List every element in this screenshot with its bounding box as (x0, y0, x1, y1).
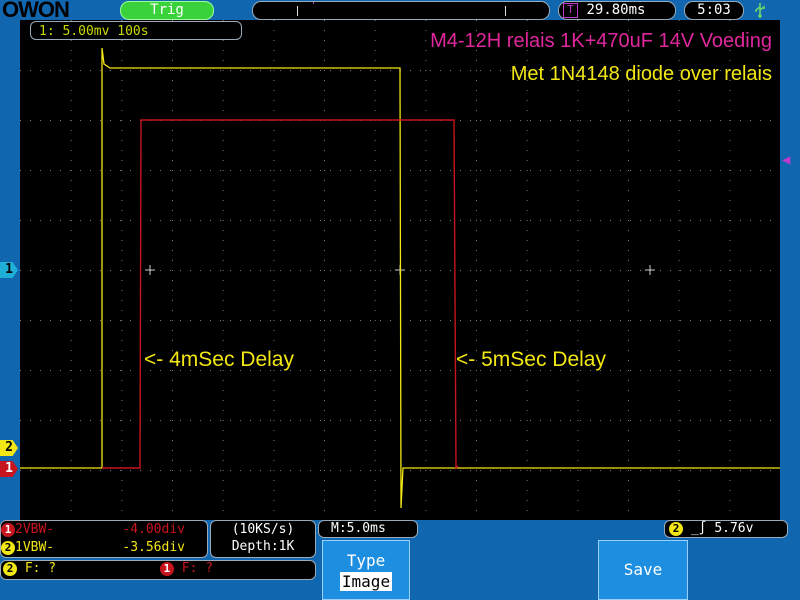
freq-ch1-dot: 1 (159, 562, 174, 576)
vertical-row-2-value: -3.56div (122, 540, 185, 555)
trigger-level-marker-icon[interactable]: ◀ (782, 153, 796, 167)
annotation-title-1: M4-12H relais 1K+470uF 14V Voeding (430, 30, 772, 52)
channel-1-dot: 1 (1, 523, 15, 537)
trigger-position-marker (313, 2, 314, 4)
vertical-row-1-label: 2VBW- (15, 522, 55, 537)
t-icon: T (563, 2, 578, 18)
channel-2-dot: 2 (1, 541, 15, 555)
vertical-row-2-label: 1VBW- (15, 540, 55, 555)
ch1-offset-marker[interactable]: 1 (0, 262, 18, 278)
freq-ch2-value: F: ? (24, 561, 57, 576)
memory-depth: Depth:1K (231, 539, 295, 554)
type-value: Image (339, 572, 393, 591)
ch2-offset-marker[interactable]: 2 (0, 440, 18, 456)
freq-ch2-dot: 2 (3, 562, 17, 576)
trigger-level-value: 5.76v (714, 521, 754, 536)
ch2-yellow-trace (20, 47, 780, 509)
timebase-readout: M:5.0ms (318, 520, 418, 538)
type-menu-button[interactable]: Type Image (322, 540, 410, 600)
waveform-display[interactable] (20, 20, 780, 520)
vertical-info-panel: 1 2VBW- -4.00div 2 1VBW- -3.56div (0, 520, 208, 558)
ch1-red-trace (102, 119, 459, 470)
type-label: Type (346, 551, 386, 570)
freq-ch1-value: F: ? (181, 561, 214, 576)
clock: 5:03 (684, 1, 744, 20)
time-bar-left-bracket (297, 6, 298, 16)
annotation-title-2: Met 1N4148 diode over relais (510, 63, 772, 85)
annotation-delay-right: <- 5mSec Delay (456, 348, 606, 371)
sample-info-panel: (10KS/s) Depth:1K (210, 520, 316, 558)
save-button[interactable]: Save (598, 540, 688, 600)
vertical-row-2: 2 1VBW- -3.56div (1, 539, 207, 557)
graticule-and-traces (20, 20, 780, 511)
time-position-bar[interactable] (252, 1, 550, 20)
owon-logo: OWON (2, 0, 70, 22)
channel-scale-box: 1: 5.00mv 100s (30, 21, 242, 40)
frequency-panel: 2 F: ? 1 F: ? (0, 560, 316, 580)
trigger-status: Trig (120, 1, 214, 20)
vertical-row-1: 1 2VBW- -4.00div (1, 521, 207, 539)
rising-edge-icon: _∫ (690, 521, 707, 536)
time-bar-right-bracket (505, 6, 506, 16)
trigger-position-readout: T 29.80ms (558, 1, 676, 20)
sample-rate: (10KS/s) (231, 522, 295, 537)
annotation-delay-left: <- 4mSec Delay (144, 348, 294, 371)
trigger-channel-dot: 2 (669, 522, 683, 536)
trigger-position-value: 29.80ms (586, 2, 646, 18)
trigger-info-panel: 2 _∫ 5.76v (664, 520, 788, 538)
ref-offset-marker[interactable]: 1 (0, 461, 18, 477)
usb-icon (755, 3, 765, 18)
vertical-row-1-value: -4.00div (122, 522, 185, 537)
